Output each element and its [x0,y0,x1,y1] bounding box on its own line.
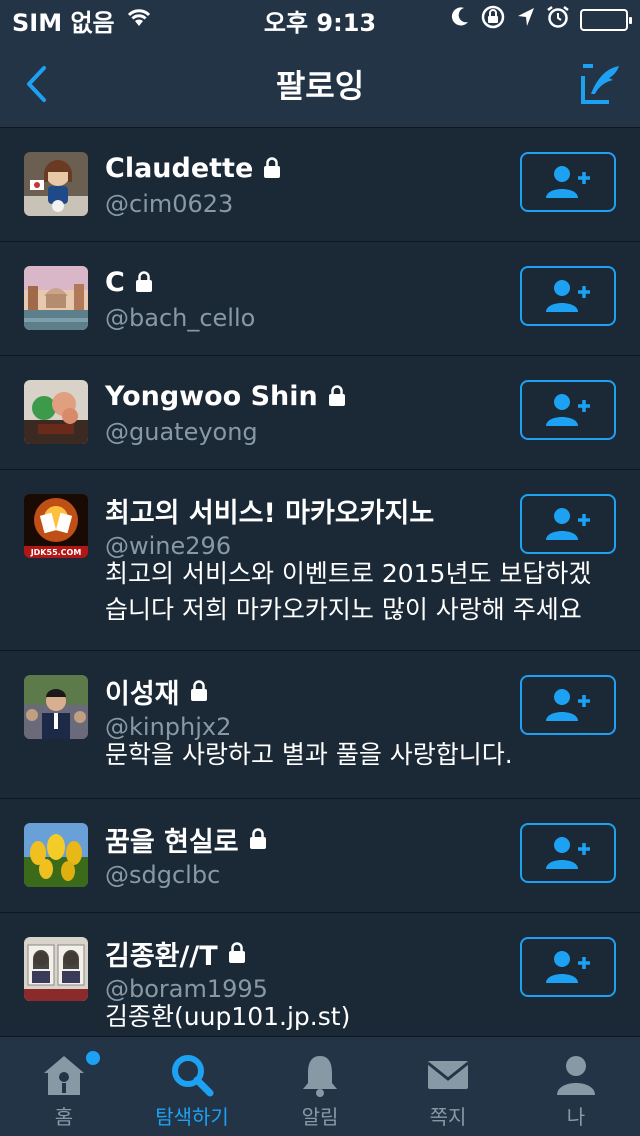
add-user-icon [546,280,590,312]
add-user-icon [546,689,590,721]
tab-label: 쪽지 [429,1105,467,1129]
add-user-icon [546,508,590,540]
avatar[interactable] [24,266,88,330]
add-user-icon [546,394,590,426]
follow-button[interactable] [520,266,616,326]
location-arrow-icon [516,6,536,34]
avatar[interactable] [24,937,88,1001]
tab-label: 나 [566,1105,586,1129]
chevron-left-icon [27,66,46,102]
wifi-icon [125,6,153,34]
follow-button[interactable] [520,937,616,997]
tab-messages[interactable]: 쪽지 [384,1037,512,1136]
avatar[interactable] [24,823,88,887]
envelope-icon [427,1061,469,1089]
battery-icon [580,9,632,31]
alarm-icon [546,5,570,35]
add-user-icon [546,951,590,983]
user-handle: @sdgclbc [105,861,221,889]
home-icon [44,1056,84,1095]
user-name: Claudette [105,152,254,184]
person-icon [557,1056,595,1095]
lock-icon [190,680,207,701]
tab-label: 알림 [301,1105,339,1129]
user-row[interactable]: Claudette @cim0623 [0,128,640,242]
user-row[interactable]: Yongwoo Shin @guateyong [0,356,640,470]
moon-icon [450,6,470,34]
follow-button[interactable] [520,675,616,735]
follow-button[interactable] [520,494,616,554]
tab-notifications[interactable]: 알림 [256,1037,384,1136]
user-bio: 김종환(uup101.jp.st) [105,1002,351,1031]
tab-home[interactable]: 홈 [0,1037,128,1136]
user-row[interactable]: JDK55.COM 최고의 서비스! 마카오카지노 @wine296 최고의 서… [0,470,640,651]
bell-icon [303,1056,337,1097]
tab-bar: 홈 탐색하기 알림 쪽지 나 [0,1036,640,1136]
compose-button[interactable] [576,60,626,108]
user-row[interactable]: C @bach_cello [0,242,640,356]
user-name: Yongwoo Shin [105,380,318,412]
user-name: 이성재 [105,678,180,710]
user-handle: @guateyong [105,418,258,446]
lock-icon [135,271,152,292]
following-list: Claudette @cim0623 C @bach_cello Yongwoo… [0,128,640,1036]
tab-explore[interactable]: 탐색하기 [128,1037,256,1136]
add-user-icon [546,837,590,869]
page-title: 팔로잉 [275,66,365,105]
user-bio-line: 최고의 서비스와 이벤트로 2015년도 보답하겠 [105,559,592,588]
avatar[interactable] [24,380,88,444]
notification-dot [86,1051,100,1065]
user-name: C [105,266,125,298]
avatar[interactable] [24,152,88,216]
rotation-lock-icon [480,5,506,35]
add-user-icon [546,166,590,198]
lock-icon [228,942,245,963]
follow-button[interactable] [520,152,616,212]
user-row[interactable]: 꿈을 현실로 @sdgclbc [0,799,640,913]
lock-icon [328,385,345,406]
status-time: 오후 9:13 [263,8,377,37]
tab-me[interactable]: 나 [512,1037,640,1136]
follow-button[interactable] [520,380,616,440]
status-bar: SIM 없음 오후 9:13 [0,0,640,40]
svg-text:JDK55.COM: JDK55.COM [30,548,82,557]
search-icon [172,1055,214,1097]
lock-icon [249,828,266,849]
user-name: 김종환//T [105,940,218,972]
tab-label: 탐색하기 [155,1105,229,1129]
tab-label: 홈 [54,1105,74,1129]
user-handle: @bach_cello [105,304,256,332]
navigation-bar: 팔로잉 [0,40,640,128]
follow-button[interactable] [520,823,616,883]
user-row[interactable]: 이성재 @kinphjx2 문학을 사랑하고 별과 풀을 사랑합니다. [0,651,640,799]
user-bio: 문학을 사랑하고 별과 풀을 사랑합니다. [105,740,513,769]
avatar[interactable] [24,675,88,739]
avatar[interactable]: JDK55.COM [24,494,88,558]
user-name: 최고의 서비스! 마카오카지노 [105,497,435,529]
lock-icon [264,157,281,178]
user-row[interactable]: 김종환//T @boram1995 김종환(uup101.jp.st) [0,913,640,1036]
user-handle: @cim0623 [105,190,234,218]
user-name: 꿈을 현실로 [105,826,239,858]
carrier-label: SIM 없음 [12,8,115,37]
back-button[interactable] [14,62,58,106]
compose-icon [581,64,619,104]
user-bio: 최고의 서비스와 이벤트로 2015년도 보답하겠 습니다 저희 마카오카지노 … [105,556,622,628]
user-bio-line: 습니다 저희 마카오카지노 많이 사랑해 주세요 [105,595,582,624]
